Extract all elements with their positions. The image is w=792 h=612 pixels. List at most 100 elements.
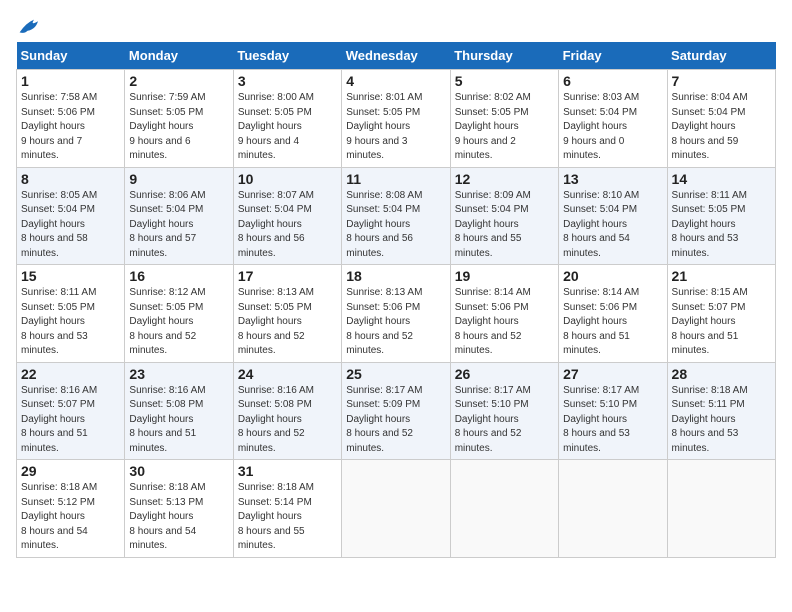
day-number: 24 <box>238 366 337 382</box>
day-detail: Sunrise: 8:01 AMSunset: 5:05 PMDaylight … <box>346 92 422 161</box>
calendar-cell <box>450 460 558 558</box>
calendar-cell: 7 Sunrise: 8:04 AMSunset: 5:04 PMDayligh… <box>667 70 775 168</box>
day-detail: Sunrise: 8:08 AMSunset: 5:04 PMDaylight … <box>346 190 422 259</box>
day-detail: Sunrise: 8:11 AMSunset: 5:05 PMDaylight … <box>21 287 96 356</box>
page-header <box>16 16 776 32</box>
calendar-cell: 24 Sunrise: 8:16 AMSunset: 5:08 PMDaylig… <box>233 362 341 460</box>
calendar-cell <box>559 460 667 558</box>
day-number: 15 <box>21 268 120 284</box>
logo <box>16 16 42 32</box>
calendar-cell: 2 Sunrise: 7:59 AMSunset: 5:05 PMDayligh… <box>125 70 233 168</box>
day-number: 14 <box>672 171 771 187</box>
calendar-cell: 3 Sunrise: 8:00 AMSunset: 5:05 PMDayligh… <box>233 70 341 168</box>
day-detail: Sunrise: 8:16 AMSunset: 5:08 PMDaylight … <box>129 385 205 454</box>
calendar-cell: 29 Sunrise: 8:18 AMSunset: 5:12 PMDaylig… <box>17 460 125 558</box>
day-number: 7 <box>672 73 771 89</box>
day-detail: Sunrise: 8:09 AMSunset: 5:04 PMDaylight … <box>455 190 531 259</box>
day-detail: Sunrise: 8:15 AMSunset: 5:07 PMDaylight … <box>672 287 748 356</box>
calendar-cell: 9 Sunrise: 8:06 AMSunset: 5:04 PMDayligh… <box>125 167 233 265</box>
calendar-cell: 28 Sunrise: 8:18 AMSunset: 5:11 PMDaylig… <box>667 362 775 460</box>
day-detail: Sunrise: 8:18 AMSunset: 5:14 PMDaylight … <box>238 482 314 551</box>
logo-bird-icon <box>18 16 42 36</box>
day-detail: Sunrise: 8:05 AMSunset: 5:04 PMDaylight … <box>21 190 97 259</box>
day-detail: Sunrise: 8:11 AMSunset: 5:05 PMDaylight … <box>672 190 747 259</box>
calendar-cell: 13 Sunrise: 8:10 AMSunset: 5:04 PMDaylig… <box>559 167 667 265</box>
day-detail: Sunrise: 8:03 AMSunset: 5:04 PMDaylight … <box>563 92 639 161</box>
day-detail: Sunrise: 8:12 AMSunset: 5:05 PMDaylight … <box>129 287 205 356</box>
calendar-cell: 4 Sunrise: 8:01 AMSunset: 5:05 PMDayligh… <box>342 70 450 168</box>
day-number: 10 <box>238 171 337 187</box>
day-detail: Sunrise: 8:02 AMSunset: 5:05 PMDaylight … <box>455 92 531 161</box>
calendar-cell: 26 Sunrise: 8:17 AMSunset: 5:10 PMDaylig… <box>450 362 558 460</box>
day-detail: Sunrise: 8:00 AMSunset: 5:05 PMDaylight … <box>238 92 314 161</box>
day-number: 6 <box>563 73 662 89</box>
calendar-cell: 6 Sunrise: 8:03 AMSunset: 5:04 PMDayligh… <box>559 70 667 168</box>
weekday-header-thursday: Thursday <box>450 42 558 70</box>
weekday-header-sunday: Sunday <box>17 42 125 70</box>
day-number: 26 <box>455 366 554 382</box>
day-number: 1 <box>21 73 120 89</box>
day-number: 9 <box>129 171 228 187</box>
calendar-cell: 21 Sunrise: 8:15 AMSunset: 5:07 PMDaylig… <box>667 265 775 363</box>
calendar-cell: 17 Sunrise: 8:13 AMSunset: 5:05 PMDaylig… <box>233 265 341 363</box>
calendar-cell: 8 Sunrise: 8:05 AMSunset: 5:04 PMDayligh… <box>17 167 125 265</box>
day-number: 16 <box>129 268 228 284</box>
day-detail: Sunrise: 8:16 AMSunset: 5:08 PMDaylight … <box>238 385 314 454</box>
day-detail: Sunrise: 8:04 AMSunset: 5:04 PMDaylight … <box>672 92 748 161</box>
calendar-cell: 15 Sunrise: 8:11 AMSunset: 5:05 PMDaylig… <box>17 265 125 363</box>
day-number: 12 <box>455 171 554 187</box>
calendar-cell: 23 Sunrise: 8:16 AMSunset: 5:08 PMDaylig… <box>125 362 233 460</box>
day-number: 23 <box>129 366 228 382</box>
calendar-cell: 19 Sunrise: 8:14 AMSunset: 5:06 PMDaylig… <box>450 265 558 363</box>
day-detail: Sunrise: 8:14 AMSunset: 5:06 PMDaylight … <box>455 287 531 356</box>
calendar-cell: 30 Sunrise: 8:18 AMSunset: 5:13 PMDaylig… <box>125 460 233 558</box>
calendar-cell: 16 Sunrise: 8:12 AMSunset: 5:05 PMDaylig… <box>125 265 233 363</box>
day-number: 3 <box>238 73 337 89</box>
calendar-cell: 12 Sunrise: 8:09 AMSunset: 5:04 PMDaylig… <box>450 167 558 265</box>
weekday-header-row: SundayMondayTuesdayWednesdayThursdayFrid… <box>17 42 776 70</box>
day-detail: Sunrise: 8:14 AMSunset: 5:06 PMDaylight … <box>563 287 639 356</box>
weekday-header-friday: Friday <box>559 42 667 70</box>
week-row-4: 22 Sunrise: 8:16 AMSunset: 5:07 PMDaylig… <box>17 362 776 460</box>
day-detail: Sunrise: 8:13 AMSunset: 5:05 PMDaylight … <box>238 287 314 356</box>
weekday-header-wednesday: Wednesday <box>342 42 450 70</box>
day-number: 17 <box>238 268 337 284</box>
day-number: 11 <box>346 171 445 187</box>
calendar-cell: 27 Sunrise: 8:17 AMSunset: 5:10 PMDaylig… <box>559 362 667 460</box>
day-detail: Sunrise: 8:17 AMSunset: 5:09 PMDaylight … <box>346 385 422 454</box>
day-detail: Sunrise: 8:13 AMSunset: 5:06 PMDaylight … <box>346 287 422 356</box>
calendar-cell: 11 Sunrise: 8:08 AMSunset: 5:04 PMDaylig… <box>342 167 450 265</box>
day-number: 21 <box>672 268 771 284</box>
day-number: 4 <box>346 73 445 89</box>
calendar-cell <box>667 460 775 558</box>
calendar-cell: 31 Sunrise: 8:18 AMSunset: 5:14 PMDaylig… <box>233 460 341 558</box>
calendar-cell: 10 Sunrise: 8:07 AMSunset: 5:04 PMDaylig… <box>233 167 341 265</box>
day-detail: Sunrise: 8:10 AMSunset: 5:04 PMDaylight … <box>563 190 639 259</box>
calendar-cell: 22 Sunrise: 8:16 AMSunset: 5:07 PMDaylig… <box>17 362 125 460</box>
week-row-1: 1 Sunrise: 7:58 AMSunset: 5:06 PMDayligh… <box>17 70 776 168</box>
day-number: 29 <box>21 463 120 479</box>
day-detail: Sunrise: 7:59 AMSunset: 5:05 PMDaylight … <box>129 92 205 161</box>
day-number: 28 <box>672 366 771 382</box>
day-number: 22 <box>21 366 120 382</box>
day-number: 5 <box>455 73 554 89</box>
calendar-cell: 14 Sunrise: 8:11 AMSunset: 5:05 PMDaylig… <box>667 167 775 265</box>
calendar-cell: 18 Sunrise: 8:13 AMSunset: 5:06 PMDaylig… <box>342 265 450 363</box>
day-detail: Sunrise: 8:17 AMSunset: 5:10 PMDaylight … <box>563 385 639 454</box>
calendar-cell: 20 Sunrise: 8:14 AMSunset: 5:06 PMDaylig… <box>559 265 667 363</box>
day-number: 2 <box>129 73 228 89</box>
calendar-cell: 25 Sunrise: 8:17 AMSunset: 5:09 PMDaylig… <box>342 362 450 460</box>
calendar-table: SundayMondayTuesdayWednesdayThursdayFrid… <box>16 42 776 558</box>
weekday-header-tuesday: Tuesday <box>233 42 341 70</box>
day-detail: Sunrise: 8:18 AMSunset: 5:11 PMDaylight … <box>672 385 748 454</box>
day-number: 25 <box>346 366 445 382</box>
day-detail: Sunrise: 7:58 AMSunset: 5:06 PMDaylight … <box>21 92 97 161</box>
calendar-cell <box>342 460 450 558</box>
day-number: 13 <box>563 171 662 187</box>
day-detail: Sunrise: 8:07 AMSunset: 5:04 PMDaylight … <box>238 190 314 259</box>
day-number: 27 <box>563 366 662 382</box>
day-detail: Sunrise: 8:18 AMSunset: 5:12 PMDaylight … <box>21 482 97 551</box>
week-row-2: 8 Sunrise: 8:05 AMSunset: 5:04 PMDayligh… <box>17 167 776 265</box>
weekday-header-saturday: Saturday <box>667 42 775 70</box>
day-number: 20 <box>563 268 662 284</box>
